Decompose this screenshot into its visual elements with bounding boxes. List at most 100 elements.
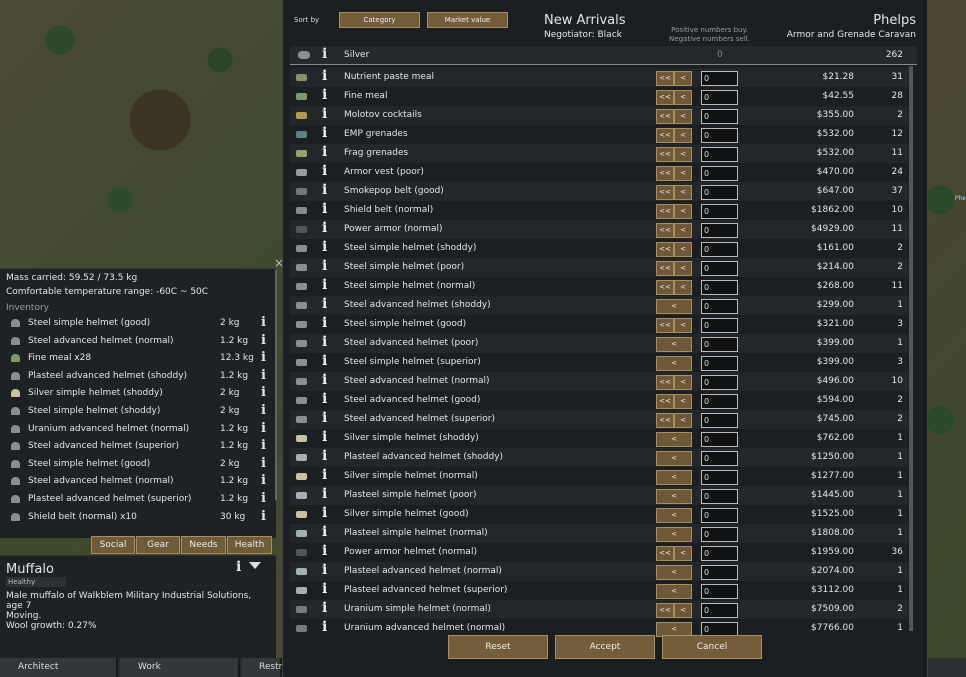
info-icon[interactable]: i — [322, 125, 327, 141]
transfer-one-button[interactable]: < — [674, 261, 692, 276]
info-icon[interactable]: i — [322, 429, 327, 445]
info-icon[interactable]: i — [322, 372, 327, 388]
info-icon[interactable]: i — [322, 296, 327, 312]
transfer-one-button[interactable]: < — [674, 318, 692, 333]
trade-amount-field[interactable]: 0 — [701, 603, 738, 618]
info-icon[interactable]: i — [322, 182, 327, 198]
transfer-one-button[interactable]: < — [656, 508, 692, 523]
info-icon[interactable]: i — [261, 315, 266, 330]
transfer-one-button[interactable]: < — [656, 299, 692, 314]
info-icon[interactable]: i — [322, 258, 327, 274]
accept-button[interactable]: Accept — [555, 635, 655, 659]
info-icon[interactable]: i — [322, 391, 327, 407]
trade-amount-field[interactable]: 0 — [701, 489, 738, 504]
trade-amount-field[interactable]: 0 — [701, 565, 738, 580]
info-icon[interactable]: i — [261, 350, 266, 365]
transfer-all-button[interactable]: << — [656, 128, 674, 143]
inventory-item[interactable]: Shield belt (normal) x10 30 kg i — [0, 509, 274, 527]
inventory-item[interactable]: Fine meal x28 12.3 kg i — [0, 350, 274, 368]
transfer-one-button[interactable]: < — [656, 470, 692, 485]
transfer-all-button[interactable]: << — [656, 546, 674, 561]
info-icon[interactable]: i — [322, 277, 327, 293]
transfer-all-button[interactable]: << — [656, 109, 674, 124]
transfer-one-button[interactable]: < — [674, 185, 692, 200]
trade-amount-field[interactable]: 0 — [701, 318, 738, 333]
info-icon[interactable]: i — [322, 600, 327, 616]
architect-button[interactable]: Architect — [0, 658, 118, 677]
transfer-all-button[interactable]: << — [656, 147, 674, 162]
trade-amount-field[interactable]: 0 — [701, 147, 738, 162]
inventory-item[interactable]: Steel advanced helmet (superior) 1.2 kg i — [0, 438, 274, 456]
tab-needs[interactable]: Needs — [181, 536, 226, 554]
trade-amount-field[interactable]: 0 — [701, 299, 738, 314]
transfer-one-button[interactable]: < — [674, 90, 692, 105]
info-icon[interactable]: i — [261, 456, 266, 471]
trade-amount-field[interactable]: 0 — [701, 375, 738, 390]
inventory-item[interactable]: Steel simple helmet (good) 2 kg i — [0, 315, 274, 333]
inventory-item[interactable]: Steel simple helmet (shoddy) 2 kg i — [0, 403, 274, 421]
transfer-one-button[interactable]: < — [674, 204, 692, 219]
trade-amount-field[interactable]: 0 — [701, 128, 738, 143]
info-icon[interactable]: i — [322, 486, 327, 502]
info-icon[interactable]: i — [322, 619, 327, 635]
trade-amount-field[interactable]: 0 — [701, 470, 738, 485]
transfer-all-button[interactable]: << — [656, 375, 674, 390]
transfer-one-button[interactable]: < — [674, 394, 692, 409]
transfer-one-button[interactable]: < — [656, 565, 692, 580]
transfer-all-button[interactable]: << — [656, 166, 674, 181]
info-icon[interactable]: i — [261, 491, 266, 506]
restrict-button[interactable]: Restr — [242, 658, 282, 677]
trade-amount-field[interactable]: 0 — [701, 109, 738, 124]
tab-social[interactable]: Social — [91, 536, 135, 554]
trade-amount-field[interactable]: 0 — [701, 584, 738, 599]
inventory-item[interactable]: Silver simple helmet (shoddy) 2 kg i — [0, 385, 274, 403]
transfer-all-button[interactable]: << — [656, 394, 674, 409]
trade-amount-field[interactable]: 0 — [701, 527, 738, 542]
info-icon[interactable]: i — [236, 559, 241, 575]
info-icon[interactable]: i — [322, 87, 327, 103]
sort-market-value-button[interactable]: Market value — [427, 12, 508, 28]
inventory-item[interactable]: Uranium advanced helmet (normal) 1.2 kg i — [0, 421, 274, 439]
info-icon[interactable]: i — [322, 353, 327, 369]
info-icon[interactable]: i — [322, 46, 327, 62]
trade-amount-field[interactable]: 0 — [701, 280, 738, 295]
transfer-one-button[interactable]: < — [674, 109, 692, 124]
dropdown-arrow-icon[interactable] — [249, 562, 261, 569]
info-icon[interactable]: i — [322, 562, 327, 578]
info-icon[interactable]: i — [322, 144, 327, 160]
info-icon[interactable]: i — [261, 403, 266, 418]
info-icon[interactable]: i — [261, 368, 266, 383]
transfer-all-button[interactable]: << — [656, 603, 674, 618]
transfer-one-button[interactable]: < — [656, 432, 692, 447]
transfer-all-button[interactable]: << — [656, 413, 674, 428]
transfer-one-button[interactable]: < — [674, 603, 692, 618]
transfer-one-button[interactable]: < — [656, 584, 692, 599]
info-icon[interactable]: i — [261, 421, 266, 436]
trade-amount-field[interactable]: 0 — [701, 166, 738, 181]
trade-amount-field[interactable]: 0 — [701, 90, 738, 105]
info-icon[interactable]: i — [261, 473, 266, 488]
trade-amount-field[interactable]: 0 — [701, 242, 738, 257]
inventory-item[interactable]: Plasteel advanced helmet (superior) 1.2 k… — [0, 491, 274, 509]
info-icon[interactable]: i — [322, 334, 327, 350]
cancel-button[interactable]: Cancel — [662, 635, 762, 659]
info-icon[interactable]: i — [322, 239, 327, 255]
trade-amount-field[interactable]: 0 — [701, 546, 738, 561]
info-icon[interactable]: i — [322, 220, 327, 236]
info-icon[interactable]: i — [322, 524, 327, 540]
trade-amount-field[interactable]: 0 — [701, 508, 738, 523]
transfer-one-button[interactable]: < — [674, 166, 692, 181]
transfer-one-button[interactable]: < — [674, 242, 692, 257]
tab-health[interactable]: Health — [227, 536, 272, 554]
trade-amount-field[interactable]: 0 — [701, 71, 738, 86]
transfer-all-button[interactable]: << — [656, 280, 674, 295]
transfer-one-button[interactable]: < — [656, 489, 692, 504]
transfer-all-button[interactable]: << — [656, 71, 674, 86]
transfer-one-button[interactable]: < — [674, 128, 692, 143]
transfer-all-button[interactable]: << — [656, 185, 674, 200]
trade-scrollbar[interactable] — [909, 66, 913, 631]
transfer-all-button[interactable]: << — [656, 318, 674, 333]
transfer-one-button[interactable]: < — [656, 451, 692, 466]
trade-amount-field[interactable]: 0 — [701, 185, 738, 200]
transfer-one-button[interactable]: < — [674, 280, 692, 295]
